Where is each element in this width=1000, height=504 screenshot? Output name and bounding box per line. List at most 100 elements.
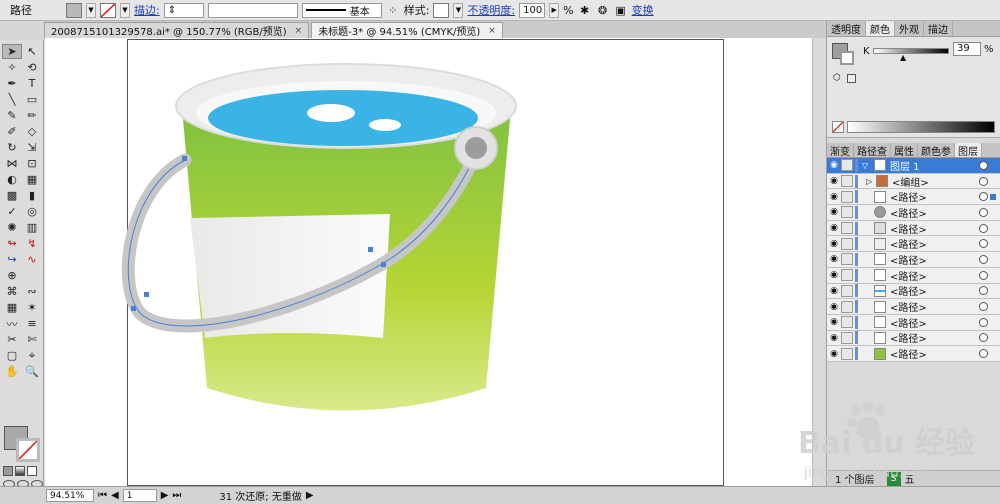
eyedropper-tool-icon[interactable]: ✓ bbox=[2, 204, 22, 219]
lock-toggle[interactable] bbox=[841, 206, 853, 219]
opacity-input[interactable]: 100 bbox=[519, 2, 546, 18]
eye-icon[interactable]: ◉ bbox=[827, 286, 841, 296]
layer-row[interactable]: ◉ <路径> bbox=[827, 220, 1000, 237]
target-icon[interactable] bbox=[979, 254, 988, 264]
close-icon[interactable]: × bbox=[295, 26, 303, 36]
lock-toggle[interactable] bbox=[841, 331, 853, 344]
eye-icon[interactable]: ◉ bbox=[827, 223, 841, 233]
opacity-link[interactable]: 不透明度: bbox=[467, 2, 515, 18]
lock-toggle[interactable] bbox=[841, 316, 853, 329]
expand-icon[interactable]: ▽ bbox=[862, 161, 872, 170]
stroke-swatch[interactable] bbox=[100, 2, 116, 18]
bucket-artwork[interactable] bbox=[45, 38, 826, 486]
path-tool-b-icon[interactable]: ↯ bbox=[22, 236, 42, 251]
lasso-tool-icon[interactable]: ⟲ bbox=[22, 60, 42, 75]
lock-toggle[interactable] bbox=[841, 222, 853, 235]
target-icon[interactable] bbox=[979, 270, 988, 280]
tab-color-guide[interactable]: 颜色参 bbox=[918, 143, 955, 158]
eye-icon[interactable]: ◉ bbox=[827, 349, 841, 359]
column-graph-tool-icon[interactable]: ▥ bbox=[22, 220, 42, 235]
mesh-tool-icon[interactable]: ▩ bbox=[2, 188, 22, 203]
symbol-sprayer-tool-icon[interactable]: ✺ bbox=[2, 220, 22, 235]
lock-toggle[interactable] bbox=[841, 300, 853, 313]
eraser-tool-icon[interactable]: ◇ bbox=[22, 124, 42, 139]
lock-toggle[interactable] bbox=[841, 190, 853, 203]
brush-profile-select[interactable]: 基本 bbox=[301, 2, 382, 18]
target-icon[interactable] bbox=[979, 223, 988, 233]
tab-document-2[interactable]: 未标题-3* @ 94.51% (CMYK/预览) × bbox=[311, 22, 503, 38]
perspective-grid-tool-icon[interactable]: ▦ bbox=[22, 172, 42, 187]
target-icon[interactable] bbox=[979, 176, 988, 186]
shape-builder-tool-icon[interactable]: ◐ bbox=[2, 172, 22, 187]
path-tool-d-icon[interactable]: ∿ bbox=[22, 252, 42, 267]
crosshair-tool-icon[interactable]: ⊕ bbox=[2, 268, 22, 283]
rectangle-tool-icon[interactable]: ▭ bbox=[22, 92, 42, 107]
eye-icon[interactable]: ◉ bbox=[827, 192, 841, 202]
tab-attributes[interactable]: 属性 bbox=[891, 143, 918, 158]
stroke-dropdown[interactable]: ▼ bbox=[120, 2, 130, 18]
graphic-style-swatch[interactable] bbox=[433, 2, 450, 18]
path-tool-a-icon[interactable]: ↬ bbox=[2, 236, 22, 251]
vertical-scrollbar[interactable] bbox=[812, 38, 826, 486]
layer-row[interactable]: ◉ <路径> bbox=[827, 236, 1000, 253]
brush-tool-icon[interactable]: ✎ bbox=[2, 108, 22, 123]
layer-row[interactable]: ◉ <路径> bbox=[827, 330, 1000, 347]
gradient-mode-icon[interactable] bbox=[15, 466, 25, 476]
selection-indicator[interactable] bbox=[990, 193, 996, 200]
blob-brush-tool-icon[interactable]: ✐ bbox=[2, 124, 22, 139]
layer-row[interactable]: ◉ <路径> bbox=[827, 189, 1000, 206]
last-page-icon[interactable]: ⏭ bbox=[172, 490, 181, 501]
eye-icon[interactable]: ◉ bbox=[827, 254, 841, 264]
eye-icon[interactable]: ◉ bbox=[827, 302, 841, 312]
ime-icon[interactable]: S bbox=[886, 471, 901, 486]
layer-row[interactable]: ◉ <路径> bbox=[827, 299, 1000, 315]
web-safe-icon[interactable] bbox=[847, 74, 856, 83]
opacity-dropdown[interactable]: ▶ bbox=[549, 2, 560, 18]
layer-row[interactable]: ◉ <路径> bbox=[827, 252, 1000, 268]
width-tool-icon[interactable]: ⋈ bbox=[2, 156, 22, 171]
color-spectrum-bar[interactable] bbox=[847, 121, 995, 133]
lock-toggle[interactable] bbox=[841, 175, 853, 188]
first-page-icon[interactable]: ⏮ bbox=[98, 490, 107, 501]
graphic-style-dropdown[interactable]: ▼ bbox=[453, 2, 464, 18]
eye-icon[interactable]: ◉ bbox=[827, 160, 841, 170]
slider-thumb-icon[interactable]: ▲ bbox=[900, 53, 906, 62]
fill-stroke-control[interactable] bbox=[4, 426, 40, 462]
target-icon[interactable] bbox=[979, 349, 988, 359]
tab-gradient[interactable]: 渐变 bbox=[827, 143, 854, 158]
target-icon[interactable] bbox=[979, 286, 988, 296]
none-color-icon[interactable] bbox=[832, 121, 844, 133]
type-tool-icon[interactable]: T bbox=[22, 76, 42, 91]
layer-row[interactable]: ◉ <路径> bbox=[827, 205, 1000, 221]
expand-icon[interactable]: ▷ bbox=[866, 177, 876, 186]
zoom-tool-icon[interactable]: 🔍 bbox=[22, 364, 42, 379]
selection-tool-icon[interactable]: ➤ bbox=[2, 44, 22, 59]
tab-stroke[interactable]: 描边 bbox=[924, 21, 953, 36]
tab-appearance[interactable]: 外观 bbox=[895, 21, 924, 36]
tab-transparency[interactable]: 透明度 bbox=[827, 21, 866, 36]
target-icon[interactable] bbox=[979, 192, 988, 202]
stroke-weight-input[interactable]: ⇕ bbox=[163, 2, 204, 18]
eye-icon[interactable]: ◉ bbox=[827, 333, 841, 343]
target-icon[interactable] bbox=[979, 317, 988, 327]
layer-row[interactable]: ◉ <路径> bbox=[827, 314, 1000, 331]
cube-icon[interactable]: ⬡ bbox=[833, 73, 841, 83]
target-icon[interactable] bbox=[979, 160, 988, 170]
lock-toggle[interactable] bbox=[841, 237, 853, 250]
direct-selection-tool-icon[interactable]: ↖ bbox=[22, 44, 42, 59]
tab-document-1[interactable]: 2008715101329578.ai* @ 150.77% (RGB/预览) × bbox=[44, 22, 310, 38]
target-icon[interactable] bbox=[979, 302, 988, 312]
layer-row[interactable]: ◉ <路径> bbox=[827, 267, 1000, 284]
eye-icon[interactable]: ◉ bbox=[827, 176, 841, 186]
lock-toggle[interactable] bbox=[841, 269, 853, 282]
eye-icon[interactable]: ◉ bbox=[827, 270, 841, 280]
pen-tool-icon[interactable]: ✒ bbox=[2, 76, 22, 91]
transform-link[interactable]: 变换 bbox=[632, 2, 654, 18]
target-icon[interactable] bbox=[979, 239, 988, 249]
grid-tool-icon[interactable]: ▦ bbox=[2, 300, 22, 315]
slice-tool-icon[interactable]: ✂ bbox=[2, 332, 22, 347]
zoom-select[interactable]: 94.51% bbox=[46, 489, 94, 502]
layer-row[interactable]: ◉ ▽ 图层 1 bbox=[827, 158, 1000, 174]
prev-page-icon[interactable]: ◀ bbox=[111, 490, 119, 501]
layer-row[interactable]: ◉ <路径> bbox=[827, 283, 1000, 300]
